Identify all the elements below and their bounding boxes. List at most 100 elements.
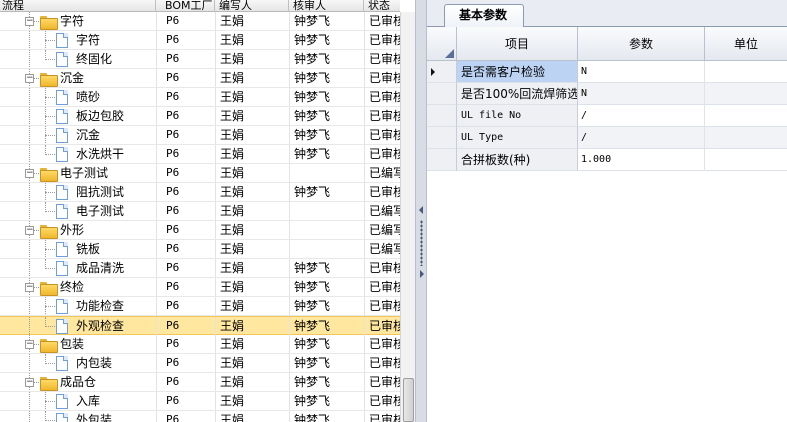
writer-cell[interactable]: 王娟 [215,31,289,49]
row-selector[interactable] [427,61,457,83]
grid-header-item[interactable]: 项目 [457,27,578,61]
writer-cell[interactable]: 王娟 [215,297,289,315]
item-cell[interactable]: 是否需客户检验 [457,61,578,83]
unit-cell[interactable] [705,127,787,149]
checker-cell[interactable]: 钟梦飞 [289,317,364,335]
tree-folder-row[interactable]: − 字符 P6王娟钟梦飞已审核 [0,12,400,31]
tree-row[interactable]: 铣板 P6王娟 已编写 [0,240,400,259]
tree-row[interactable]: 内包装 P6王娟钟梦飞已审核 [0,354,400,373]
writer-cell[interactable]: 王娟 [215,202,289,220]
writer-cell[interactable]: 王娟 [215,373,289,391]
parameter-row[interactable]: UL file No / [427,105,787,127]
row-selector[interactable] [427,83,457,105]
bom-factory-cell[interactable]: P6 [156,31,215,49]
item-cell[interactable]: 合拼板数(种) [457,149,578,171]
checker-cell[interactable]: 钟梦飞 [289,50,364,68]
collapse-left-arrow-icon[interactable] [419,206,423,214]
bom-factory-cell[interactable]: P6 [156,126,215,144]
checker-cell[interactable]: 钟梦飞 [289,145,364,163]
writer-cell[interactable]: 王娟 [215,183,289,201]
writer-cell[interactable]: 王娟 [215,240,289,258]
process-name-cell[interactable]: 电子测试 [0,202,156,220]
tree-folder-row[interactable]: − 包装 P6王娟钟梦飞已审核 [0,335,400,354]
parameter-row[interactable]: 是否需客户检验 N [427,61,787,83]
checker-cell[interactable]: 钟梦飞 [289,12,364,30]
parameter-row[interactable]: 合拼板数(种) 1.000 [427,149,787,171]
bom-factory-cell[interactable]: P6 [156,107,215,125]
select-all-corner-icon[interactable] [445,49,454,58]
status-cell[interactable]: 已审核 [364,12,400,30]
expander-minus-icon[interactable]: − [25,283,34,292]
status-cell[interactable]: 已审核 [364,259,400,277]
tree-row[interactable]: 功能检查 P6王娟钟梦飞已审核 [0,297,400,316]
tree-folder-row[interactable]: − 沉金 P6王娟钟梦飞已审核 [0,69,400,88]
bom-factory-cell[interactable]: P6 [156,69,215,87]
process-name-cell[interactable]: 字符 [0,31,156,49]
tree-row[interactable]: 终固化 P6王娟钟梦飞已审核 [0,50,400,69]
expander-minus-icon[interactable]: − [25,169,34,178]
bom-factory-cell[interactable]: P6 [156,12,215,30]
parameter-value-cell[interactable]: / [578,105,705,127]
status-cell[interactable]: 已审核 [364,183,400,201]
tree-row[interactable]: 水洗烘干 P6王娟钟梦飞已审核 [0,145,400,164]
process-name-cell[interactable]: − 成品仓 [0,373,156,391]
tree-vertical-scrollbar[interactable] [400,12,415,422]
process-name-cell[interactable]: − 终检 [0,278,156,296]
status-cell[interactable]: 已审核 [364,392,400,410]
writer-cell[interactable]: 王娟 [215,88,289,106]
bom-factory-cell[interactable]: P6 [156,317,215,335]
parameter-value-cell[interactable]: 1.000 [578,149,705,171]
collapse-right-arrow-icon[interactable] [420,270,424,278]
process-name-cell[interactable]: 喷砂 [0,88,156,106]
bom-factory-cell[interactable]: P6 [156,392,215,410]
tree-folder-row[interactable]: − 电子测试 P6王娟 已编写 [0,164,400,183]
bom-factory-cell[interactable]: P6 [156,202,215,220]
unit-cell[interactable] [705,83,787,105]
status-cell[interactable]: 已编写 [364,240,400,258]
parameter-row[interactable]: UL Type / [427,127,787,149]
status-cell[interactable]: 已审核 [364,50,400,68]
unit-cell[interactable] [705,149,787,171]
bom-factory-cell[interactable]: P6 [156,411,215,422]
bom-factory-cell[interactable]: P6 [156,259,215,277]
writer-cell[interactable]: 王娟 [215,354,289,372]
parameter-value-cell[interactable]: N [578,61,705,83]
writer-cell[interactable]: 王娟 [215,259,289,277]
item-cell[interactable]: UL Type [457,127,578,149]
tree-row[interactable]: 沉金 P6王娟钟梦飞已审核 [0,126,400,145]
checker-cell[interactable] [289,202,364,220]
splitter-grip-icon[interactable] [420,220,423,266]
expander-minus-icon[interactable]: − [25,378,34,387]
status-cell[interactable]: 已审核 [364,411,400,422]
process-name-cell[interactable]: − 包装 [0,335,156,353]
checker-cell[interactable] [289,164,364,182]
status-cell[interactable]: 已审核 [364,69,400,87]
checker-cell[interactable]: 钟梦飞 [289,354,364,372]
column-header-status[interactable]: 状态 [364,0,400,12]
tree-row[interactable]: 板边包胶 P6王娟钟梦飞已审核 [0,107,400,126]
process-name-cell[interactable]: 阻抗测试 [0,183,156,201]
writer-cell[interactable]: 王娟 [215,221,289,239]
row-selector[interactable] [427,127,457,149]
checker-cell[interactable] [289,221,364,239]
checker-cell[interactable]: 钟梦飞 [289,373,364,391]
checker-cell[interactable]: 钟梦飞 [289,69,364,87]
checker-cell[interactable]: 钟梦飞 [289,392,364,410]
tree-folder-row[interactable]: − 外形 P6王娟 已编写 [0,221,400,240]
process-name-cell[interactable]: 终固化 [0,50,156,68]
process-name-cell[interactable]: − 电子测试 [0,164,156,182]
process-name-cell[interactable]: 功能检查 [0,297,156,315]
writer-cell[interactable]: 王娟 [215,50,289,68]
grid-corner-header[interactable] [427,27,457,61]
checker-cell[interactable] [289,240,364,258]
bom-factory-cell[interactable]: P6 [156,373,215,391]
status-cell[interactable]: 已审核 [364,297,400,315]
tree-row[interactable]: 字符 P6王娟钟梦飞已审核 [0,31,400,50]
process-name-cell[interactable]: 外观检查 [0,317,156,335]
checker-cell[interactable]: 钟梦飞 [289,259,364,277]
writer-cell[interactable]: 王娟 [215,278,289,296]
parameter-value-cell[interactable]: / [578,127,705,149]
tree-row[interactable]: 阻抗测试 P6王娟钟梦飞已审核 [0,183,400,202]
column-header-writer[interactable]: 编写人 [215,0,289,12]
grid-header-unit[interactable]: 单位 [705,27,787,61]
